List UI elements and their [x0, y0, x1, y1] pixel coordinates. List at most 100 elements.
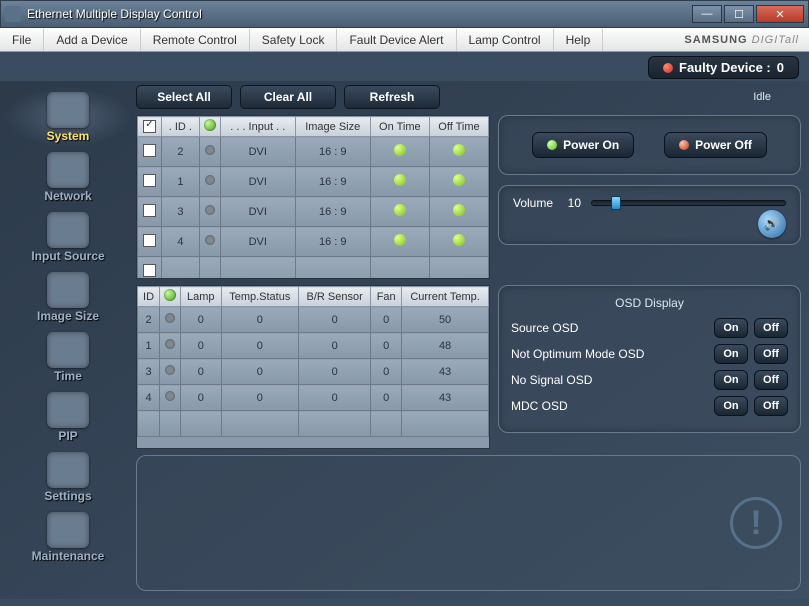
col-input[interactable]: . . . Input . .	[220, 117, 295, 137]
cell-id: 4	[138, 385, 160, 411]
cell-fan: 0	[371, 385, 402, 411]
maximize-button[interactable]: ☐	[724, 5, 754, 23]
osd-row-label: No Signal OSD	[511, 373, 708, 387]
status-table[interactable]: ID Lamp Temp.Status B/R Sensor Fan Curre…	[136, 285, 490, 449]
row-checkbox[interactable]	[143, 204, 156, 217]
ic-maint-icon	[47, 512, 89, 548]
power-panel: Power On Power Off	[498, 115, 801, 175]
row-checkbox[interactable]	[143, 264, 156, 277]
power-status-icon	[205, 145, 215, 155]
col2-fan[interactable]: Fan	[371, 287, 402, 307]
minimize-button[interactable]: —	[692, 5, 722, 23]
sidebar-item-label: Network	[44, 189, 91, 203]
on-time-icon	[394, 234, 406, 246]
table-row[interactable]: 2 0 0 0 0 50	[138, 307, 489, 333]
osd-off-button[interactable]: Off	[754, 370, 788, 390]
cell-id: 2	[138, 307, 160, 333]
sidebar-item-label: Maintenance	[32, 549, 105, 563]
row-checkbox[interactable]	[143, 174, 156, 187]
osd-on-button[interactable]: On	[714, 318, 748, 338]
osd-off-button[interactable]: Off	[754, 396, 788, 416]
power-status-icon	[205, 205, 215, 215]
osd-on-button[interactable]: On	[714, 396, 748, 416]
table-row[interactable]: 3 0 0 0 0 43	[138, 359, 489, 385]
menu-safety-lock[interactable]: Safety Lock	[250, 29, 338, 51]
sidebar-item-system[interactable]: System	[4, 87, 132, 147]
titlebar: Ethernet Multiple Display Control — ☐ ✕	[0, 0, 809, 28]
cell-id: 1	[162, 167, 200, 197]
led-green-icon	[547, 140, 557, 150]
off-time-icon	[453, 144, 465, 156]
refresh-button[interactable]: Refresh	[344, 85, 440, 109]
sidebar-item-input-source[interactable]: Input Source	[4, 207, 132, 267]
ic-settings-icon	[47, 452, 89, 488]
cell-image-size: 16 : 9	[295, 197, 370, 227]
menu-remote-control[interactable]: Remote Control	[141, 29, 250, 51]
table-row[interactable]: 4 0 0 0 0 43	[138, 385, 489, 411]
sidebar-item-time[interactable]: Time	[4, 327, 132, 387]
cell-br-sensor: 0	[299, 385, 371, 411]
sidebar-item-image-size[interactable]: Image Size	[4, 267, 132, 327]
col-id[interactable]: . ID .	[162, 117, 200, 137]
speaker-icon[interactable]: 🔊	[758, 210, 786, 238]
sidebar-item-maintenance[interactable]: Maintenance	[4, 507, 132, 567]
info-panel: !	[136, 455, 801, 591]
status-text: Idle	[753, 91, 771, 103]
col2-current-temp[interactable]: Current Temp.	[402, 287, 489, 307]
col-off-time[interactable]: Off Time	[429, 117, 488, 137]
off-time-icon	[453, 174, 465, 186]
cell-lamp: 0	[181, 359, 221, 385]
table-row[interactable]: 3 DVI 16 : 9	[138, 197, 489, 227]
table-row[interactable]: 2 DVI 16 : 9	[138, 137, 489, 167]
on-time-icon	[394, 174, 406, 186]
cell-id: 4	[162, 227, 200, 257]
col2-br-sensor[interactable]: B/R Sensor	[299, 287, 371, 307]
menu-fault-alert[interactable]: Fault Device Alert	[337, 29, 456, 51]
clear-all-button[interactable]: Clear All	[240, 85, 336, 109]
select-all-checkbox[interactable]	[143, 120, 156, 133]
osd-title: OSD Display	[511, 296, 788, 310]
device-table[interactable]: . ID . . . . Input . . Image Size On Tim…	[136, 115, 490, 279]
close-button[interactable]: ✕	[756, 5, 804, 23]
table-row	[138, 411, 489, 437]
cell-current-temp: 50	[402, 307, 489, 333]
sidebar-item-network[interactable]: Network	[4, 147, 132, 207]
sidebar-item-pip[interactable]: PIP	[4, 387, 132, 447]
fault-led-icon	[663, 63, 673, 73]
row-checkbox[interactable]	[143, 234, 156, 247]
select-all-button[interactable]: Select All	[136, 85, 232, 109]
sidebar-item-label: Settings	[44, 489, 91, 503]
osd-off-button[interactable]: Off	[754, 318, 788, 338]
menu-lamp-control[interactable]: Lamp Control	[457, 29, 554, 51]
power-on-button[interactable]: Power On	[532, 132, 634, 158]
menu-help[interactable]: Help	[554, 29, 604, 51]
ic-input-icon	[47, 212, 89, 248]
table-row[interactable]: 1 0 0 0 0 48	[138, 333, 489, 359]
osd-on-button[interactable]: On	[714, 370, 748, 390]
cell-current-temp: 48	[402, 333, 489, 359]
cell-lamp: 0	[181, 385, 221, 411]
menu-add-device[interactable]: Add a Device	[44, 29, 140, 51]
faulty-count: 0	[777, 60, 784, 75]
col-image-size[interactable]: Image Size	[295, 117, 370, 137]
cell-input: DVI	[220, 137, 295, 167]
col2-id[interactable]: ID	[138, 287, 160, 307]
row-checkbox[interactable]	[143, 144, 156, 157]
power-off-button[interactable]: Power Off	[664, 132, 767, 158]
table-row[interactable]: 4 DVI 16 : 9	[138, 227, 489, 257]
sidebar: System Network Input SourceImage SizeTimeP…	[4, 85, 132, 591]
power-status-icon	[165, 339, 175, 349]
col-on-time[interactable]: On Time	[370, 117, 429, 137]
volume-slider[interactable]	[591, 196, 786, 210]
osd-on-button[interactable]: On	[714, 344, 748, 364]
table-row[interactable]: 1 DVI 16 : 9	[138, 167, 489, 197]
ic-time-icon	[47, 332, 89, 368]
col2-temp-status[interactable]: Temp.Status	[221, 287, 299, 307]
ic-network-icon	[47, 152, 89, 188]
osd-off-button[interactable]: Off	[754, 344, 788, 364]
menu-file[interactable]: File	[0, 29, 44, 51]
sidebar-item-settings[interactable]: Settings	[4, 447, 132, 507]
cell-id: 3	[138, 359, 160, 385]
cell-temp-status: 0	[221, 359, 299, 385]
col2-lamp[interactable]: Lamp	[181, 287, 221, 307]
